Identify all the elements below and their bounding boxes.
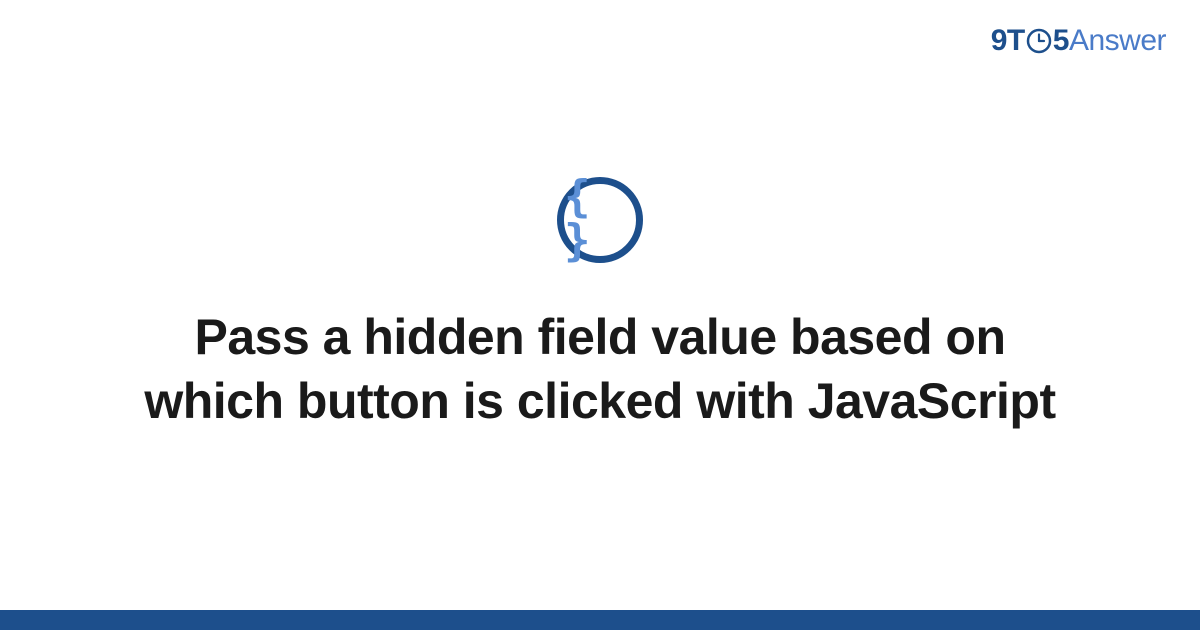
code-braces-icon: { }	[564, 175, 636, 263]
bottom-accent-bar	[0, 610, 1200, 630]
category-icon-circle: { }	[557, 177, 643, 263]
question-title: Pass a hidden field value based on which…	[90, 305, 1110, 433]
main-content: { } Pass a hidden field value based on w…	[0, 0, 1200, 610]
